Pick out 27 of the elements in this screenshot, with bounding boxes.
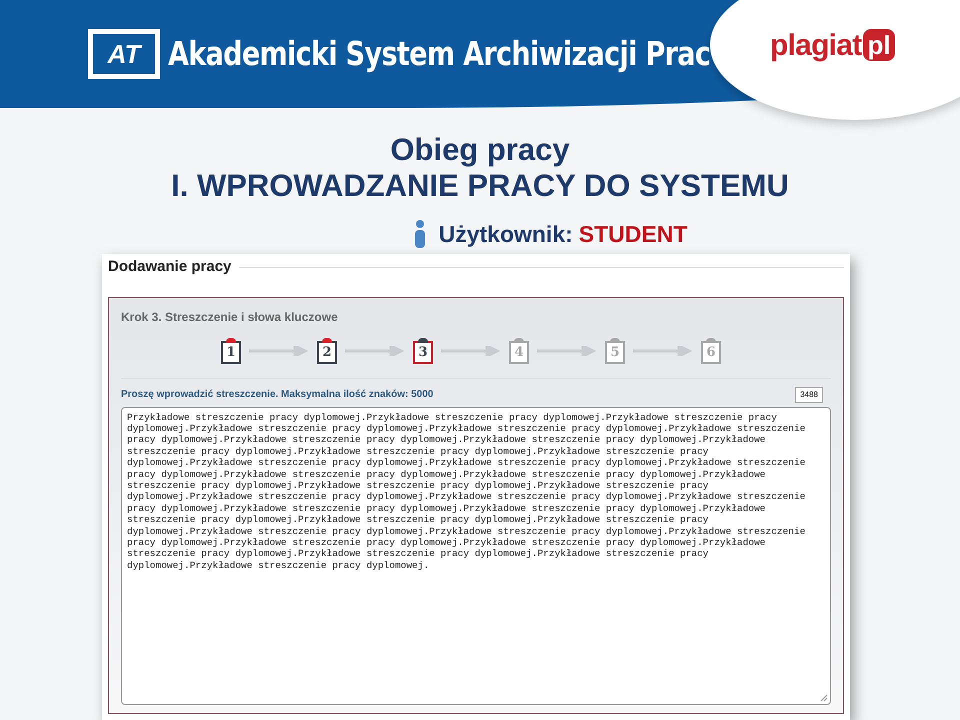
partner-logo-badge: pl (863, 28, 895, 62)
arrow-icon (249, 346, 309, 356)
resize-grip-icon[interactable] (820, 694, 828, 702)
arrow-icon (345, 346, 405, 356)
panel-title: Dodawanie pracy (108, 257, 232, 277)
clipboard-step-icon: 4 (509, 338, 529, 364)
character-counter: 3488 (795, 386, 823, 402)
banner-title: Akademicki System Archiwizacji Prac (168, 33, 710, 76)
user-label: Użytkownik: (438, 222, 573, 246)
abstract-text: Przykładowe streszczenie pracy dyplomowej.Przykładowe streszczenie pracy dyplomowej.Przykładowe streszczenie pracy dyplomowej.Przykładowe streszczenie pracy dyplomowej.Przykładowe streszczenie pracy dyplomowej.Przykładowe streszczenie pracy dyplomowej.Przykładowe streszczenie pracy dyplomowej.Przykładowe streszczenie pracy dyplomowej.Przykładowe streszczenie pracy dyplomowej.Przykładowe streszczenie pracy dyplomowej.Przykładowe streszczenie pracy dyplomowej.Przykładowe streszczenie pracy dyplomowej.Przykładowe streszczenie pracy dyplomowej.Przykładowe streszczenie pracy dyplomowej.Przykładowe streszczenie pracy dyplomowej.Przykładowe streszczenie pracy dyplomowej.Przykładowe streszczenie pracy dyplomowej.Przykładowe streszczenie pracy dyplomowej.Przykładowe streszczenie pracy dyplomowej.Przykładowe streszczenie pracy dyplomowej.Przykładowe streszczenie pracy dyplomowej.Przykładowe streszczenie pracy dyplomowej.Przykładowe streszczenie pracy dyplomowej.Przykładowe streszczenie pracy dyplomowej.Przykładowe streszczenie pracy dyplomowej.Przykładowe streszczenie pracy dyplomowej.Przykładowe streszczenie pracy dyplomowej.Przykładowe streszczenie pracy dyplomowej.Przykładowe streszczenie pracy dyplomowej.Przykładowe streszczenie pracy dyplomowej.Przykładowe streszczenie pracy dyplomowej.Przykładowe streszczenie pracy dyplomowej.Przykładowe streszczenie pracy dyplomowej.Przykładowe streszczenie pracy dyplomowej.Przykładowe streszczenie pracy dyplomowej.Przykładowe streszczenie pracy dyplomowej. (127, 412, 806, 572)
arrow-icon (633, 346, 693, 356)
arrow-icon (537, 346, 597, 356)
clipboard-step-icon: 6 (701, 338, 721, 364)
abstract-textarea[interactable] (121, 406, 831, 705)
person-icon (412, 220, 427, 248)
prompt-text: Proszę wprowadzić streszczenie. Maksymalna ilość znaków: 5000 (121, 388, 434, 402)
logo-icon: AT (88, 29, 160, 79)
clipboard-step-icon: 1 (221, 338, 241, 364)
user-role: STUDENT (578, 222, 688, 246)
clipboard-step-icon: 5 (605, 338, 625, 364)
arrow-icon (441, 346, 501, 356)
partner-logo-text: plagiat (770, 28, 862, 64)
slide-subtitle: I. WPROWADZANIE PRACY DO SYSTEMU (171, 168, 789, 204)
clipboard-step-icon: 3 (413, 338, 433, 364)
clipboard-step-icon: 2 (317, 338, 337, 364)
step-title: Krok 3. Streszczenie i słowa kluczowe (121, 308, 339, 326)
slide-title: Obieg pracy (390, 132, 570, 168)
